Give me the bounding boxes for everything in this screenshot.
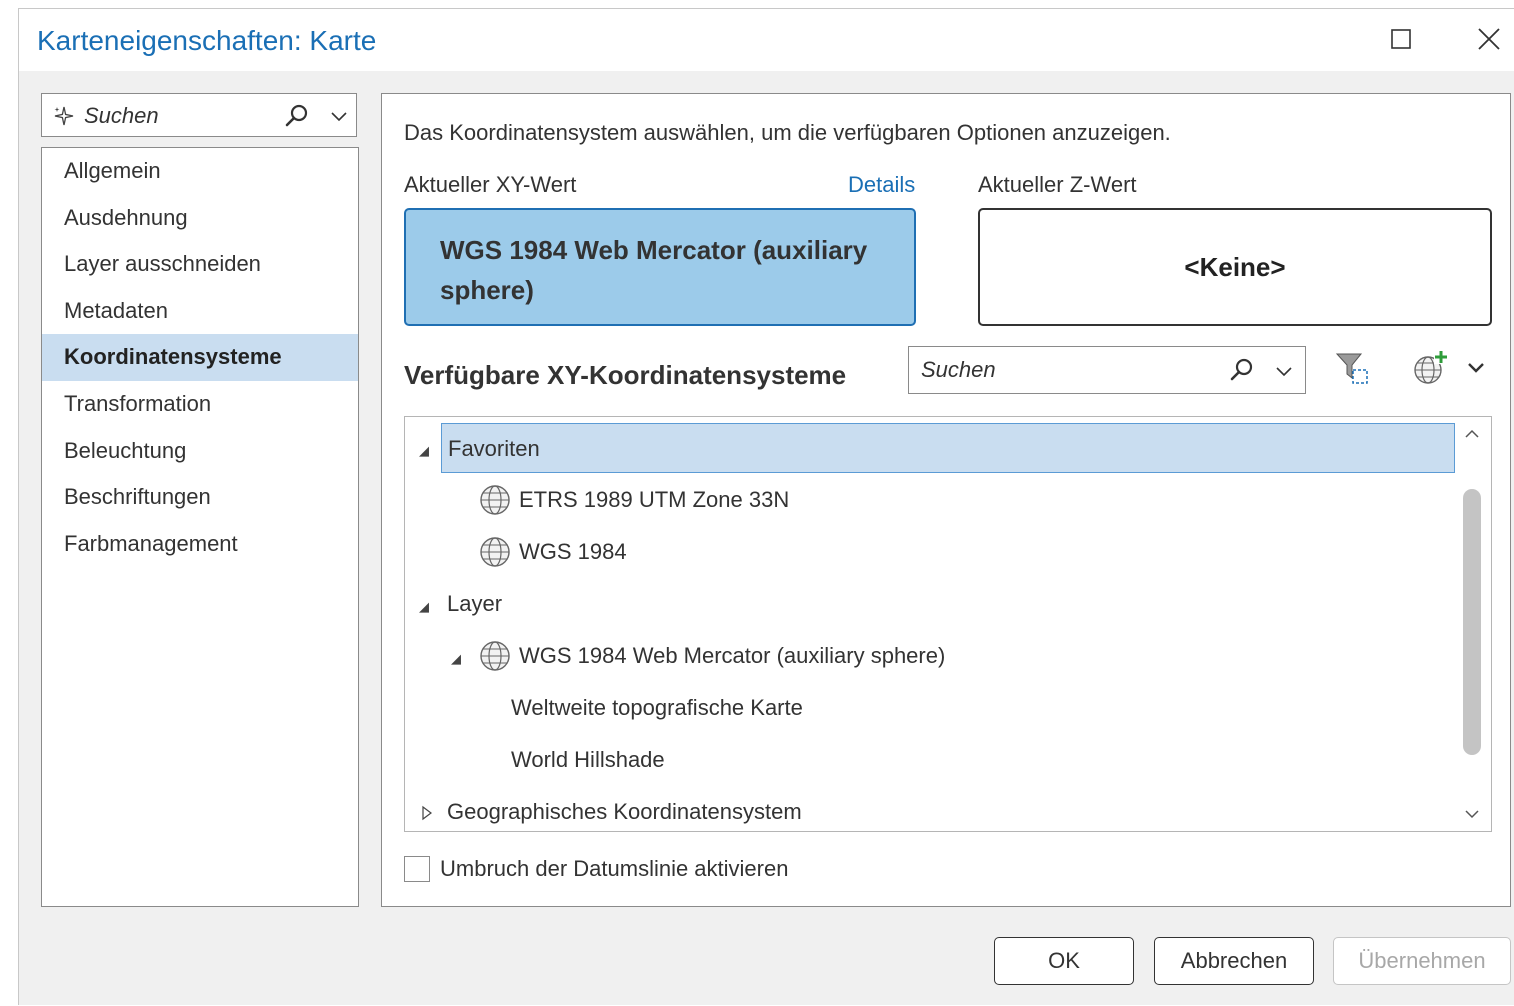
dateline-wrap-checkbox[interactable] <box>404 856 430 882</box>
sidebar-search-placeholder: Suchen <box>84 103 159 128</box>
globe-icon <box>480 537 510 567</box>
tree-item-label: WGS 1984 <box>519 539 627 564</box>
globe-icon <box>480 485 510 515</box>
cs-search-input[interactable]: Suchen <box>908 346 1306 394</box>
tree-item-world-hillshade[interactable]: World Hillshade <box>511 735 665 785</box>
add-globe-icon[interactable] <box>1412 348 1452 388</box>
chevron-down-icon[interactable] <box>1275 365 1293 379</box>
expand-triangle-icon[interactable] <box>421 805 433 821</box>
title-bar: Karteneigenschaften: Karte <box>19 9 1514 71</box>
dialog-title: Karteneigenschaften: Karte <box>37 25 377 56</box>
tree-item-web-mercator[interactable]: WGS 1984 Web Mercator (auxiliary sphere) <box>479 631 945 681</box>
tree-item-label: WGS 1984 Web Mercator (auxiliary sphere) <box>519 643 946 668</box>
coordinate-system-tree: ◢ Favoriten ETRS 1989 UTM Zone 33N WGS 1… <box>404 416 1492 832</box>
tree-item-weltweite-topografische-karte[interactable]: Weltweite topografische Karte <box>511 683 803 733</box>
chevron-down-icon[interactable] <box>1466 360 1486 376</box>
tree-item-label: ETRS 1989 UTM Zone 33N <box>519 487 790 512</box>
tree-item-etrs-1989[interactable]: ETRS 1989 UTM Zone 33N <box>479 475 789 525</box>
instruction-text: Das Koordinatensystem auswählen, um die … <box>404 120 1171 145</box>
cancel-button[interactable]: Abbrechen <box>1154 937 1314 985</box>
sidebar-item-transformation[interactable]: Transformation <box>42 381 358 428</box>
sidebar-item-layer-ausschneiden[interactable]: Layer ausschneiden <box>42 241 358 288</box>
sidebar-item-koordinatensysteme[interactable]: Koordinatensysteme <box>42 334 358 381</box>
dateline-wrap-label[interactable]: Umbruch der Datumslinie aktivieren <box>440 856 788 882</box>
sparkle-icon <box>54 106 74 126</box>
current-z-label: Aktueller Z-Wert <box>978 172 1137 197</box>
maximize-button[interactable] <box>1385 23 1417 55</box>
sidebar-item-allgemein[interactable]: Allgemein <box>42 148 358 195</box>
globe-icon <box>480 641 510 671</box>
chevron-down-icon[interactable] <box>330 110 348 124</box>
sidebar-item-ausdehnung[interactable]: Ausdehnung <box>42 195 358 242</box>
collapse-triangle-icon[interactable]: ◢ <box>419 443 429 459</box>
apply-button[interactable]: Übernehmen <box>1333 937 1511 985</box>
available-xy-heading: Verfügbare XY-Koordinatensysteme <box>404 360 847 390</box>
current-xy-box[interactable]: WGS 1984 Web Mercator (auxiliary sphere) <box>404 208 916 326</box>
collapse-triangle-icon[interactable]: ◢ <box>419 599 429 615</box>
current-xy-value: WGS 1984 Web Mercator (auxiliary sphere) <box>440 235 868 305</box>
cs-search-placeholder: Suchen <box>921 357 996 382</box>
details-link[interactable]: Details <box>848 172 915 198</box>
search-icon[interactable] <box>284 103 310 129</box>
tree-node-favoriten[interactable]: Favoriten <box>441 423 1455 473</box>
maximize-icon <box>1391 29 1411 49</box>
close-icon <box>1478 28 1500 50</box>
tree-node-geographisches-koordinatensystem[interactable]: Geographisches Koordinatensystem <box>447 787 802 831</box>
current-z-box[interactable]: <Keine> <box>978 208 1492 326</box>
sidebar-item-beleuchtung[interactable]: Beleuchtung <box>42 428 358 475</box>
close-button[interactable] <box>1473 23 1505 55</box>
map-properties-dialog: Karteneigenschaften: Karte Suchen Allgem… <box>18 8 1514 1005</box>
ok-button[interactable]: OK <box>994 937 1134 985</box>
tree-item-wgs-1984[interactable]: WGS 1984 <box>479 527 627 577</box>
tree-node-layer[interactable]: Layer <box>447 579 502 629</box>
scrollbar-thumb[interactable] <box>1463 489 1481 755</box>
scroll-down-icon[interactable] <box>1463 807 1481 821</box>
sidebar-nav: Allgemein Ausdehnung Layer ausschneiden … <box>41 147 359 907</box>
search-icon[interactable] <box>1229 357 1255 383</box>
current-xy-label: Aktueller XY-Wert <box>404 172 577 197</box>
collapse-triangle-icon[interactable]: ◢ <box>451 651 461 667</box>
sidebar-item-farbmanagement[interactable]: Farbmanagement <box>42 521 358 568</box>
filter-icon[interactable] <box>1334 350 1370 386</box>
sidebar-search-input[interactable]: Suchen <box>41 93 357 137</box>
scroll-up-icon[interactable] <box>1463 427 1481 441</box>
sidebar-item-metadaten[interactable]: Metadaten <box>42 288 358 335</box>
content-panel: Das Koordinatensystem auswählen, um die … <box>381 93 1511 907</box>
current-z-value: <Keine> <box>1184 251 1286 282</box>
sidebar-item-beschriftungen[interactable]: Beschriftungen <box>42 474 358 521</box>
